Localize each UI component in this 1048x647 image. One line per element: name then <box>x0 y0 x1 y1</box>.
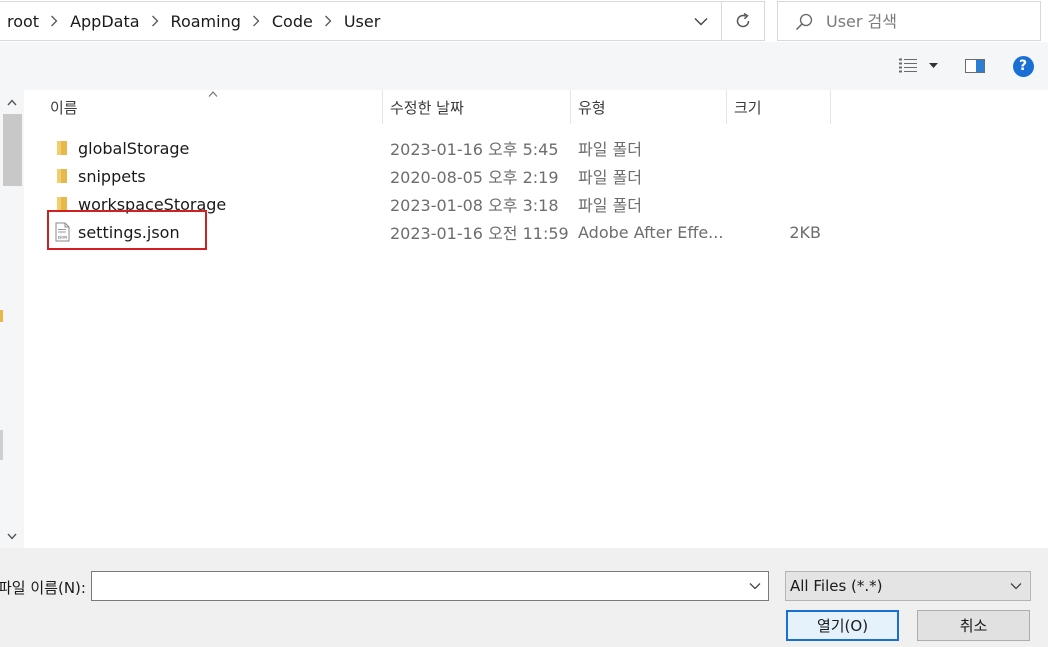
column-header-modified[interactable]: 수정한 날짜 <box>390 90 464 124</box>
folder-icon <box>57 197 67 211</box>
file-size <box>724 134 821 162</box>
command-toolbar: ? <box>0 42 1048 90</box>
list-item[interactable]: snippets 2020-08-05 오후 2:19 파일 폴더 <box>24 162 824 190</box>
breadcrumb-user[interactable]: User <box>337 12 386 31</box>
list-item[interactable]: workspaceStorage 2023-01-08 오후 3:18 파일 폴… <box>24 190 824 218</box>
json-icon-caption: JSON <box>57 236 67 240</box>
nav-item-marker <box>0 430 3 460</box>
file-type-selected: All Files (*.*) <box>790 577 883 595</box>
file-type-dropdown[interactable] <box>1006 574 1026 598</box>
file-name-label: 파일 이름(N): <box>0 579 86 597</box>
help-icon: ? <box>1012 55 1034 77</box>
chevron-up-icon <box>7 98 17 105</box>
preview-pane-button[interactable] <box>962 54 988 78</box>
details-view-icon <box>899 58 917 73</box>
chevron-right-icon[interactable] <box>45 2 63 40</box>
file-modified: 2023-01-08 오후 3:18 <box>390 196 559 215</box>
file-modified: 2020-08-05 오후 2:19 <box>390 168 559 187</box>
list-item[interactable]: globalStorage 2023-01-16 오후 5:45 파일 폴더 <box>24 134 824 162</box>
view-menu-dropdown[interactable] <box>925 54 941 78</box>
open-button[interactable]: 열기(O) <box>786 610 899 641</box>
file-type: Adobe After Effe... <box>578 222 724 242</box>
refresh-button[interactable] <box>721 2 764 40</box>
column-divider[interactable] <box>830 90 831 124</box>
json-file-icon: JSON <box>55 222 70 242</box>
chevron-down-icon <box>749 583 761 590</box>
breadcrumb-code[interactable]: Code <box>265 12 319 31</box>
column-header-type[interactable]: 유형 <box>578 90 606 124</box>
file-type: 파일 폴더 <box>578 140 642 159</box>
search-icon <box>795 13 813 31</box>
chevron-right-icon[interactable] <box>146 2 164 40</box>
breadcrumb-appdata[interactable]: AppData <box>63 12 145 31</box>
folder-icon <box>57 169 67 183</box>
scrollbar-thumb[interactable] <box>3 114 22 186</box>
caret-down-icon <box>928 63 938 68</box>
help-button[interactable]: ? <box>1010 54 1036 78</box>
file-size: 2KB <box>789 222 821 242</box>
dialog-footer: 파일 이름(N): All Files (*.*) 열기(O) 취소 <box>0 548 1048 647</box>
file-name: globalStorage <box>78 138 190 158</box>
view-options-button[interactable] <box>893 54 923 78</box>
folder-icon <box>57 141 67 155</box>
chevron-down-icon <box>694 17 708 25</box>
search-input[interactable] <box>826 8 1032 34</box>
address-bar[interactable]: root AppData Roaming Code User <box>0 1 765 41</box>
preview-pane-icon <box>965 59 985 73</box>
scroll-down-button[interactable] <box>2 528 22 544</box>
file-size <box>724 190 821 218</box>
file-size <box>724 162 821 190</box>
column-divider[interactable] <box>726 90 727 124</box>
breadcrumb-roaming[interactable]: Roaming <box>164 12 247 31</box>
cancel-button[interactable]: 취소 <box>917 610 1030 641</box>
file-name-combobox[interactable] <box>91 571 769 601</box>
column-header-size[interactable]: 크기 <box>734 90 762 124</box>
sort-ascending-icon <box>208 91 218 97</box>
file-modified: 2023-01-16 오전 11:59 <box>390 224 569 243</box>
column-header-name[interactable]: 이름 <box>50 90 78 124</box>
column-divider[interactable] <box>382 90 383 124</box>
chevron-down-icon <box>1010 583 1022 590</box>
breadcrumb: root AppData Roaming Code User <box>0 2 386 40</box>
file-name-input[interactable] <box>96 574 736 598</box>
file-type: 파일 폴더 <box>578 196 642 215</box>
search-box[interactable] <box>777 1 1041 41</box>
refresh-icon <box>736 12 750 28</box>
file-type: 파일 폴더 <box>578 168 642 187</box>
file-name-dropdown[interactable] <box>744 574 766 598</box>
file-type-select[interactable]: All Files (*.*) <box>785 571 1031 601</box>
nav-item-marker <box>0 310 3 322</box>
chevron-down-icon <box>7 533 17 540</box>
list-item[interactable]: JSON settings.json 2023-01-16 오전 11:59 A… <box>24 218 824 246</box>
chevron-right-icon[interactable] <box>319 2 337 40</box>
file-name: workspaceStorage <box>78 194 227 214</box>
breadcrumb-root[interactable]: root <box>0 12 45 31</box>
file-name: snippets <box>78 166 146 186</box>
chevron-right-icon[interactable] <box>247 2 265 40</box>
address-history-dropdown[interactable] <box>681 2 721 40</box>
scroll-up-button[interactable] <box>2 94 22 110</box>
column-divider[interactable] <box>570 90 571 124</box>
navigation-pane <box>0 90 24 550</box>
file-name: settings.json <box>78 222 180 242</box>
file-modified: 2023-01-16 오후 5:45 <box>390 140 559 159</box>
